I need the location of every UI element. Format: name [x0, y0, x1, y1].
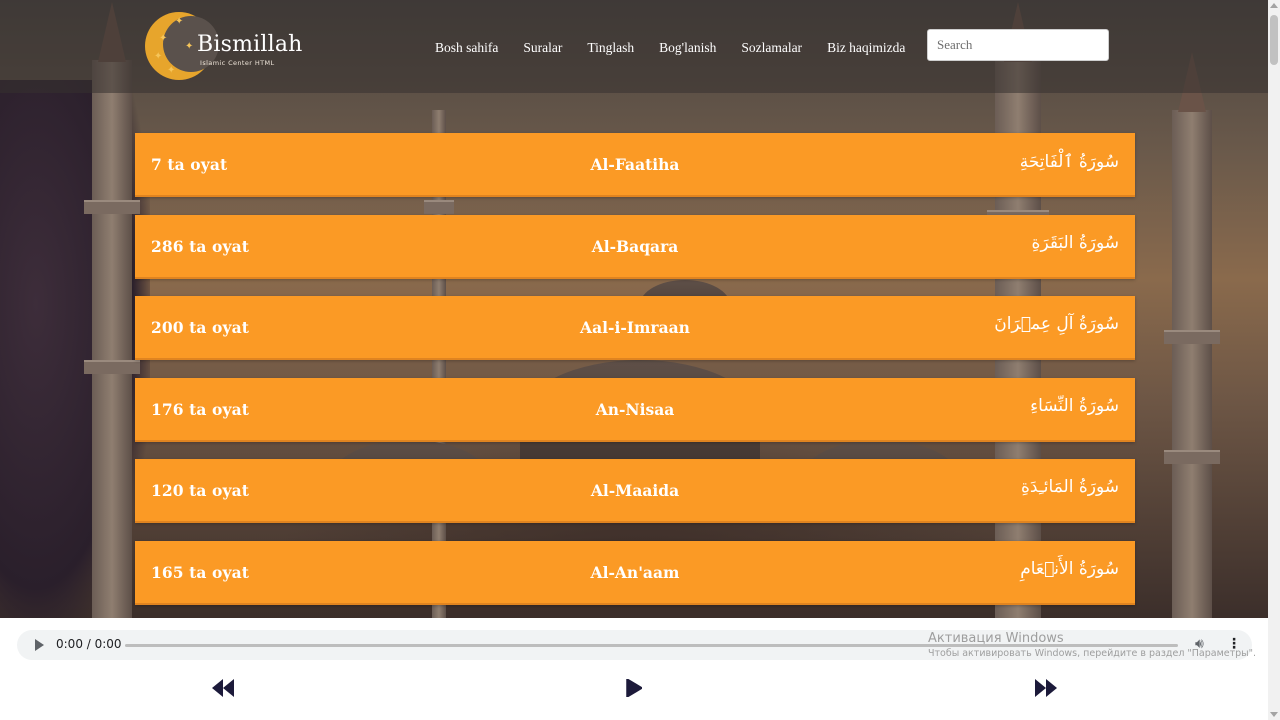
- star-icon: ✦: [159, 33, 168, 44]
- surah-arabic-name: سُورَةُ الأَنۡعَامِ: [1020, 558, 1119, 579]
- scroll-thumb[interactable]: [1270, 15, 1278, 65]
- rewind-icon: [212, 679, 234, 697]
- surah-card[interactable]: 120 ta oyat Al-Maaida سُورَةُ المَائـِدَ…: [135, 459, 1135, 523]
- player-area: 0:00 / 0:00 🔊︎ ⋮: [0, 618, 1268, 720]
- play-button[interactable]: [626, 679, 642, 697]
- audio-player[interactable]: 0:00 / 0:00 🔊︎ ⋮: [17, 630, 1252, 660]
- play-icon: [626, 679, 642, 697]
- more-options-icon[interactable]: ⋮: [1227, 636, 1241, 652]
- previous-button[interactable]: [212, 679, 234, 697]
- volume-icon[interactable]: 🔊︎: [1195, 636, 1204, 652]
- audio-play-icon[interactable]: [35, 639, 44, 651]
- surah-arabic-name: سُورَةُ البَقَرَةِ: [1031, 232, 1119, 253]
- surah-name: Al-Faatiha: [590, 155, 680, 174]
- nav-item-contact[interactable]: Bog'lanish: [659, 40, 716, 56]
- surah-arabic-name: سُورَةُ ٱلْفَاتِحَةِ: [1019, 152, 1119, 172]
- brand-subtitle: Islamic Center HTML: [200, 59, 275, 67]
- page-scrollbar[interactable]: [1268, 0, 1280, 720]
- surah-name: Al-Baqara: [591, 236, 679, 256]
- nav-item-listen[interactable]: Tinglash: [587, 40, 634, 56]
- surah-name: Aal-i-Imraan: [580, 318, 690, 337]
- surah-name: Al-An'aam: [590, 562, 680, 582]
- star-icon: ✦: [175, 16, 184, 27]
- nav-item-settings[interactable]: Sozlamalar: [741, 40, 802, 56]
- scroll-up-icon[interactable]: [1270, 3, 1278, 8]
- surah-card[interactable]: 286 ta oyat Al-Baqara سُورَةُ البَقَرَةِ: [135, 214, 1135, 279]
- next-button[interactable]: [1035, 679, 1057, 697]
- surah-card[interactable]: 176 ta oyat An-Nisaa سُورَةُ النِّسَاءِ: [135, 377, 1135, 442]
- star-icon: ✦: [185, 41, 194, 52]
- surah-card[interactable]: 7 ta oyat Al-Faatiha سُورَةُ ٱلْفَاتِحَة…: [135, 133, 1135, 197]
- audio-seek-bar[interactable]: [125, 644, 1178, 647]
- site-header: ✦ ✦ ✦ ✦ ✦ Bismillah Islamic Center HTML …: [0, 0, 1268, 93]
- main-nav: Bosh sahifa Suralar Tinglash Bog'lanish …: [435, 40, 930, 56]
- surah-arabic-name: سُورَةُ آلِ عِمۡرَانَ: [994, 314, 1119, 334]
- nav-item-surahs[interactable]: Suralar: [523, 40, 562, 56]
- nav-item-home[interactable]: Bosh sahifa: [435, 40, 498, 56]
- background-minaret: [84, 2, 140, 620]
- surah-name: Al-Maaida: [590, 481, 680, 500]
- fast-forward-icon: [1035, 679, 1057, 697]
- surah-card[interactable]: 165 ta oyat Al-An'aam سُورَةُ الأَنۡعَام…: [135, 540, 1135, 605]
- star-icon: ✦: [167, 65, 176, 76]
- surah-name: An-Nisaa: [595, 399, 675, 419]
- nav-item-about[interactable]: Biz haqimizda: [827, 40, 905, 56]
- background-minaret: [1164, 52, 1220, 620]
- scroll-down-icon[interactable]: [1270, 712, 1278, 717]
- brand-title: Bismillah: [197, 32, 303, 57]
- surah-arabic-name: سُورَةُ المَائـِدَةِ: [1021, 477, 1119, 497]
- logo[interactable]: ✦ ✦ ✦ ✦ ✦ Bismillah Islamic Center HTML: [145, 12, 305, 82]
- surah-list: 7 ta oyat Al-Faatiha سُورَةُ ٱلْفَاتِحَة…: [135, 133, 1135, 622]
- search-input[interactable]: [927, 29, 1109, 61]
- star-icon: ✦: [154, 51, 163, 62]
- surah-card[interactable]: 200 ta oyat Aal-i-Imraan سُورَةُ آلِ عِم…: [135, 296, 1135, 360]
- audio-time: 0:00 / 0:00: [56, 637, 122, 651]
- surah-arabic-name: سُورَةُ النِّسَاءِ: [1030, 395, 1119, 416]
